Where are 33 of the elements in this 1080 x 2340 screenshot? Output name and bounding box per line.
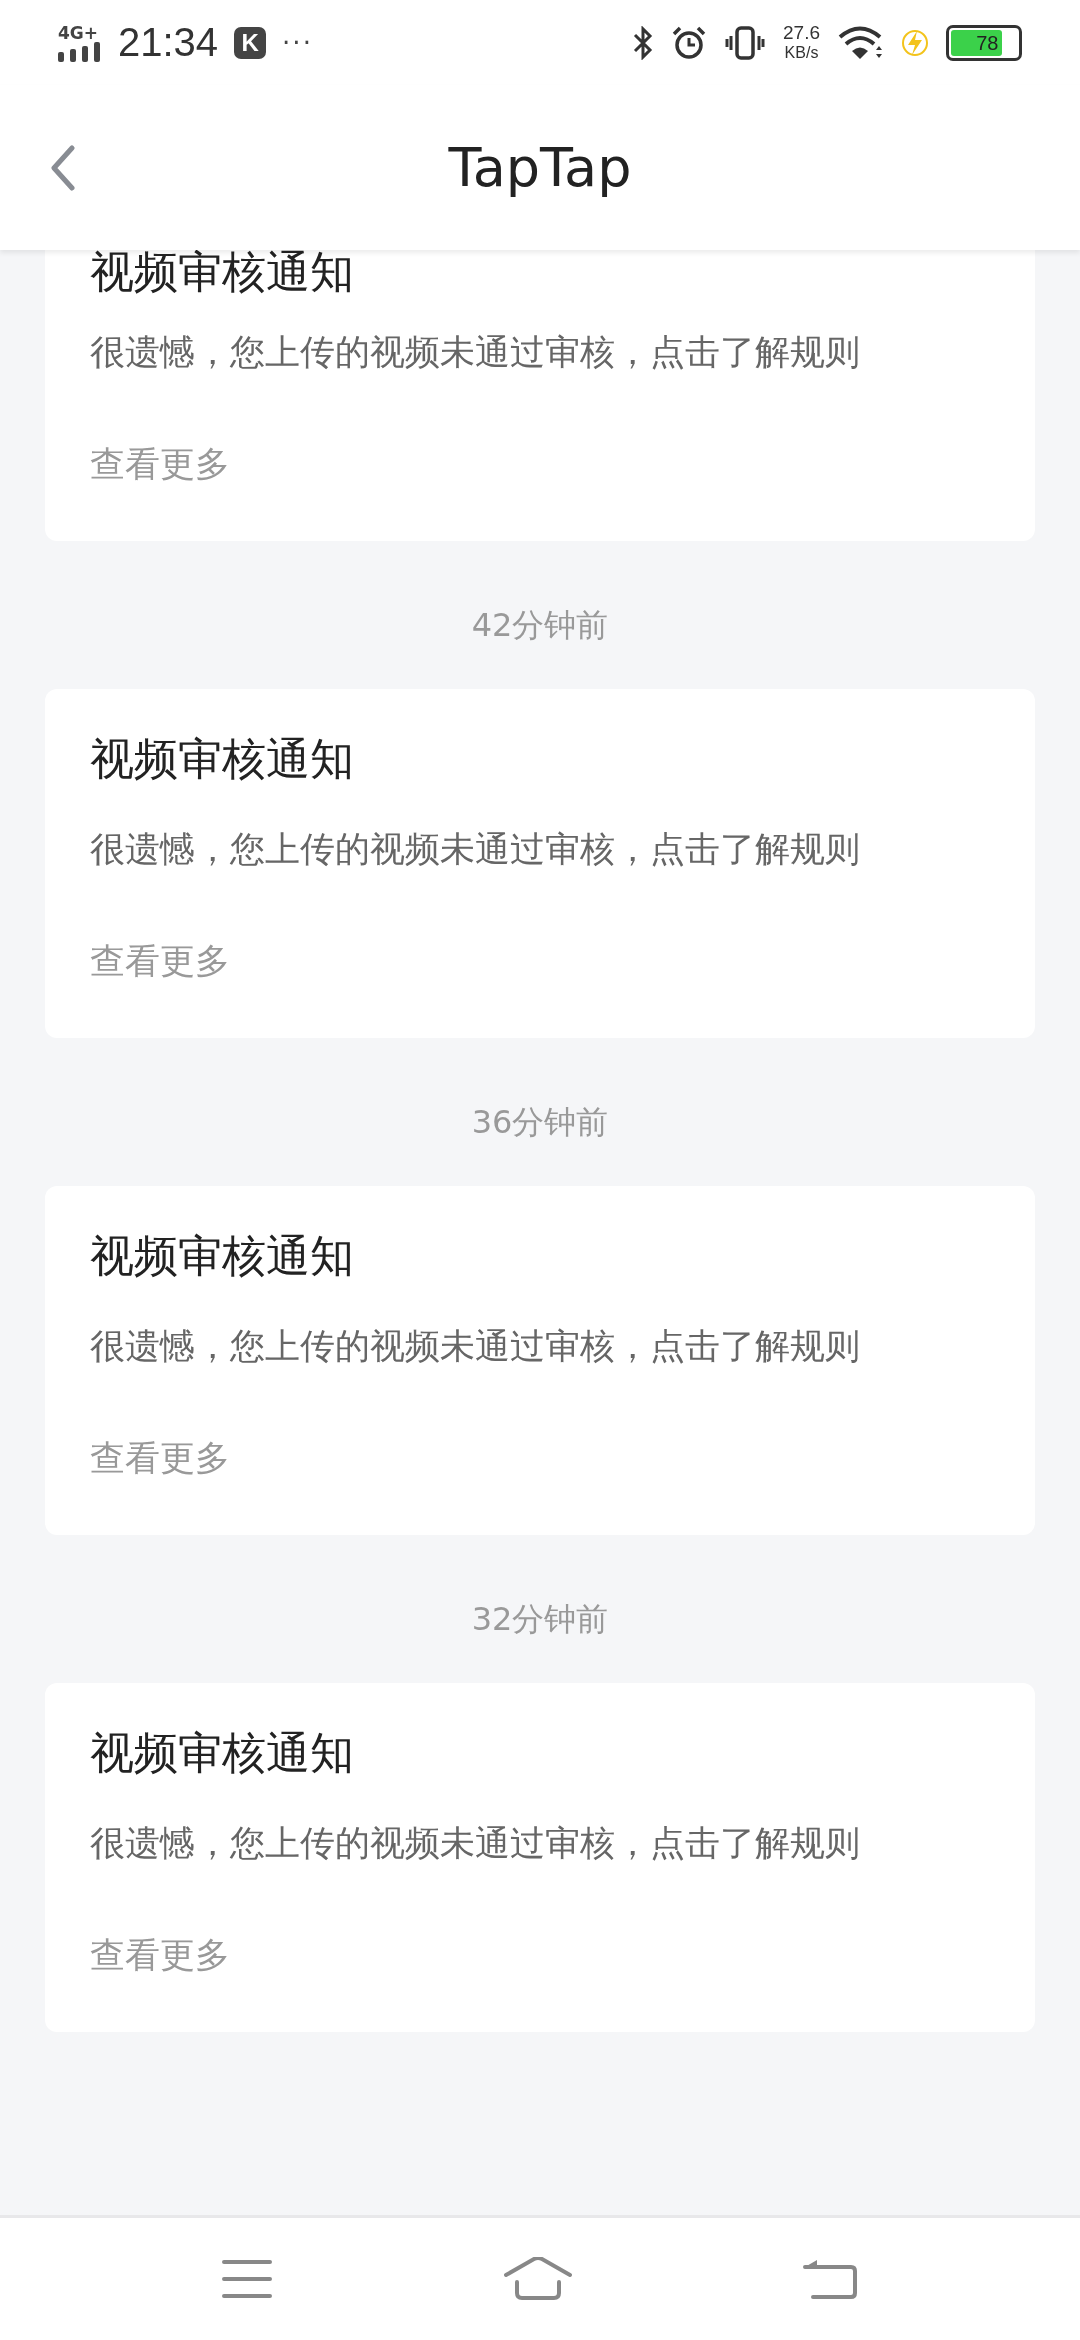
- app-badge: K: [234, 26, 267, 59]
- notification-card[interactable]: 视频审核通知 很遗憾，您上传的视频未通过审核，点击了解规则 查看更多: [45, 250, 1035, 541]
- menu-icon[interactable]: [221, 2259, 273, 2299]
- notification-card[interactable]: 视频审核通知 很遗憾，您上传的视频未通过审核，点击了解规则 查看更多: [45, 689, 1035, 1038]
- home-icon[interactable]: [503, 2257, 573, 2301]
- vibrate-icon: [725, 25, 765, 60]
- page-title: TapTap: [448, 136, 632, 199]
- speed-value: 27.6: [783, 22, 820, 43]
- timestamp: 42分钟前: [471, 606, 609, 644]
- charging-icon: [902, 27, 928, 58]
- notification-title: 视频审核通知: [90, 732, 355, 786]
- speed-unit: KB/s: [784, 42, 819, 63]
- timestamp: 32分钟前: [471, 1600, 609, 1638]
- clock-time: 21:34: [118, 20, 219, 65]
- battery-icon: 78: [946, 24, 1022, 61]
- notification-text: 很遗憾，您上传的视频未通过审核，点击了解规则: [90, 1822, 861, 1865]
- more-dots: ···: [282, 27, 313, 58]
- notification-title: 视频审核通知: [90, 250, 355, 294]
- notification-text: 很遗憾，您上传的视频未通过审核，点击了解规则: [90, 828, 861, 871]
- network-type: 4G+: [58, 23, 99, 42]
- notification-card[interactable]: 视频审核通知 很遗憾，您上传的视频未通过审核，点击了解规则 查看更多: [45, 1683, 1035, 2032]
- notification-card[interactable]: 视频审核通知 很遗憾，您上传的视频未通过审核，点击了解规则 查看更多: [45, 1186, 1035, 1535]
- back-nav-icon[interactable]: [803, 2257, 859, 2301]
- back-icon[interactable]: [50, 145, 76, 191]
- timestamp: 36分钟前: [471, 1103, 609, 1141]
- alarm-icon: [671, 24, 707, 61]
- notification-text: 很遗憾，您上传的视频未通过审核，点击了解规则: [90, 1325, 861, 1368]
- notification-text: 很遗憾，您上传的视频未通过审核，点击了解规则: [90, 331, 861, 374]
- bluetooth-icon: [633, 25, 653, 60]
- wifi-icon: [838, 25, 884, 60]
- signal-icon: [58, 41, 102, 62]
- notification-title: 视频审核通知: [90, 1229, 355, 1283]
- notification-title: 视频审核通知: [90, 1726, 355, 1780]
